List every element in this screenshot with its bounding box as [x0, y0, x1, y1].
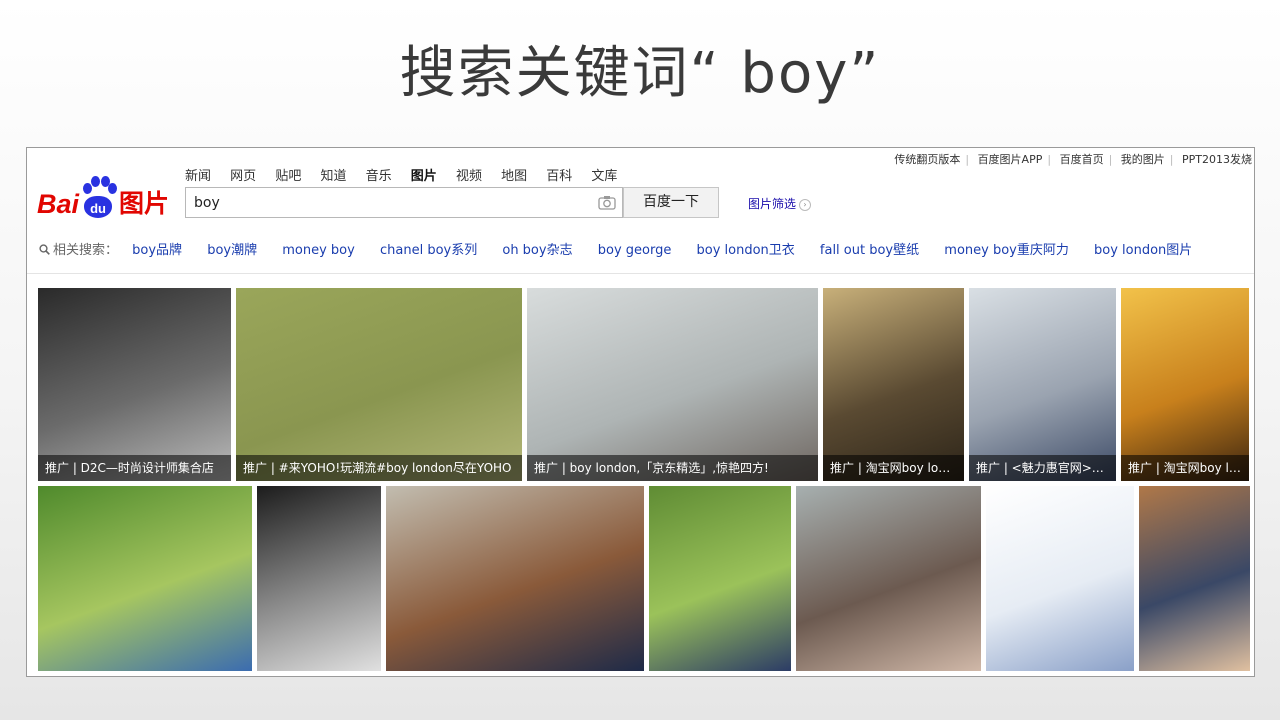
logo-text-bai: Bai — [37, 189, 80, 219]
boy-with-ukulele-photo[interactable] — [386, 486, 644, 671]
image-caption: 推广 | 淘宝网boy london — [823, 455, 964, 481]
top-link-app[interactable]: 百度图片APP — [978, 153, 1043, 166]
tab-web[interactable]: 网页 — [230, 169, 256, 184]
tab-map[interactable]: 地图 — [501, 169, 527, 184]
chevron-right-icon: › — [799, 198, 812, 211]
browser-screenshot: 传统翻页版本 | 百度图片APP | 百度首页 | 我的图片 | PPT2013发烧 B… — [26, 147, 1255, 677]
related-link[interactable]: boy品牌 — [132, 243, 182, 258]
tab-wenku[interactable]: 文库 — [591, 169, 617, 184]
search-button[interactable]: 百度一下 — [623, 187, 719, 218]
related-link[interactable]: chanel boy系列 — [380, 243, 477, 258]
logo-text-image: 图片 — [119, 189, 170, 218]
tattooed-young-man-photo[interactable] — [796, 486, 981, 671]
young-man-sunglasses-photo[interactable]: 推广 | 淘宝网boy london — [823, 288, 964, 481]
logo-text-du: du — [84, 196, 113, 218]
related-link[interactable]: boy潮牌 — [207, 243, 257, 258]
boy-lying-on-bed-photo[interactable]: 推广 | boy london,「京东精选」,惊艳四方! — [527, 288, 818, 481]
related-searches: 相关搜索： boy品牌 boy潮牌 money boy chanel boy系列… — [39, 239, 1213, 258]
tab-music[interactable]: 音乐 — [366, 169, 392, 184]
search-icon — [39, 244, 50, 255]
related-link[interactable]: boy london图片 — [1094, 243, 1192, 258]
slide-title: 搜索关键词“ boy” — [399, 41, 881, 106]
related-link[interactable]: fall out boy壁纸 — [820, 243, 919, 258]
related-link[interactable]: money boy — [282, 243, 355, 258]
related-link[interactable]: boy george — [598, 243, 672, 258]
top-link-classic[interactable]: 传统翻页版本 — [894, 153, 960, 166]
tab-images[interactable]: 图片 — [411, 169, 437, 184]
baidu-image-logo[interactable]: Bai du 图片 — [37, 170, 169, 220]
search-nav-tabs: 新闻 网页 贴吧 知道 音乐 图片 视频 地图 百科 文库 — [185, 165, 632, 184]
top-link-home[interactable]: 百度首页 — [1060, 153, 1104, 166]
boy-london-hoodie-photo[interactable]: 推广 | D2C—时尚设计师集合店 — [38, 288, 231, 481]
tab-tieba[interactable]: 贴吧 — [275, 169, 301, 184]
tab-news[interactable]: 新闻 — [185, 169, 211, 184]
running-foal-on-grass-photo[interactable]: 推广 | #来YOHO!玩潮流#boy london尽在YOHO — [236, 288, 522, 481]
image-filter-link[interactable]: 图片筛选 › — [748, 195, 812, 212]
blond-boy-portrait-photo[interactable] — [38, 486, 252, 671]
related-label: 相关搜索： — [53, 243, 119, 258]
image-caption: 推广 | #来YOHO!玩潮流#boy london尽在YOHO — [236, 455, 522, 481]
search-input[interactable] — [186, 188, 592, 217]
image-caption: 推广 | D2C—时尚设计师集合店 — [38, 455, 231, 481]
search-box — [185, 187, 623, 218]
tab-zhidao[interactable]: 知道 — [320, 169, 346, 184]
related-link[interactable]: money boy重庆阿力 — [944, 243, 1069, 258]
tab-baike[interactable]: 百科 — [546, 169, 572, 184]
top-link-my-images[interactable]: 我的图片 — [1121, 153, 1165, 166]
boy-sketch-illustration[interactable] — [986, 486, 1134, 671]
black-and-white-boy-portrait-photo[interactable] — [257, 486, 381, 671]
image-filter-label: 图片筛选 — [748, 197, 797, 211]
child-in-hoodie-photo[interactable]: 推广 | <魅力惠官网>正品 — [969, 288, 1116, 481]
top-links: 传统翻页版本 | 百度图片APP | 百度首页 | 我的图片 | PPT2013发烧 — [894, 153, 1252, 166]
image-caption: 推广 | 淘宝网boy london — [1121, 455, 1249, 481]
camera-icon[interactable] — [598, 195, 616, 210]
boy-on-leather-sofa-photo[interactable] — [1139, 486, 1250, 671]
tab-video[interactable]: 视频 — [456, 169, 482, 184]
paw-icon: du — [80, 176, 118, 220]
silhouette-at-sunset-photo[interactable]: 推广 | 淘宝网boy london — [1121, 288, 1249, 481]
related-link[interactable]: boy london卫衣 — [696, 243, 794, 258]
image-caption: 推广 | boy london,「京东精选」,惊艳四方! — [527, 455, 818, 481]
toddler-in-striped-shirt-photo[interactable] — [649, 486, 791, 671]
divider — [27, 273, 1254, 274]
related-link[interactable]: oh boy杂志 — [502, 243, 572, 258]
top-link-user[interactable]: PPT2013发烧 — [1182, 153, 1252, 166]
image-results-grid: 推广 | D2C—时尚设计师集合店 推广 | #来YOHO!玩潮流#boy lo… — [38, 288, 1250, 673]
image-caption: 推广 | <魅力惠官网>正品 — [969, 455, 1116, 481]
